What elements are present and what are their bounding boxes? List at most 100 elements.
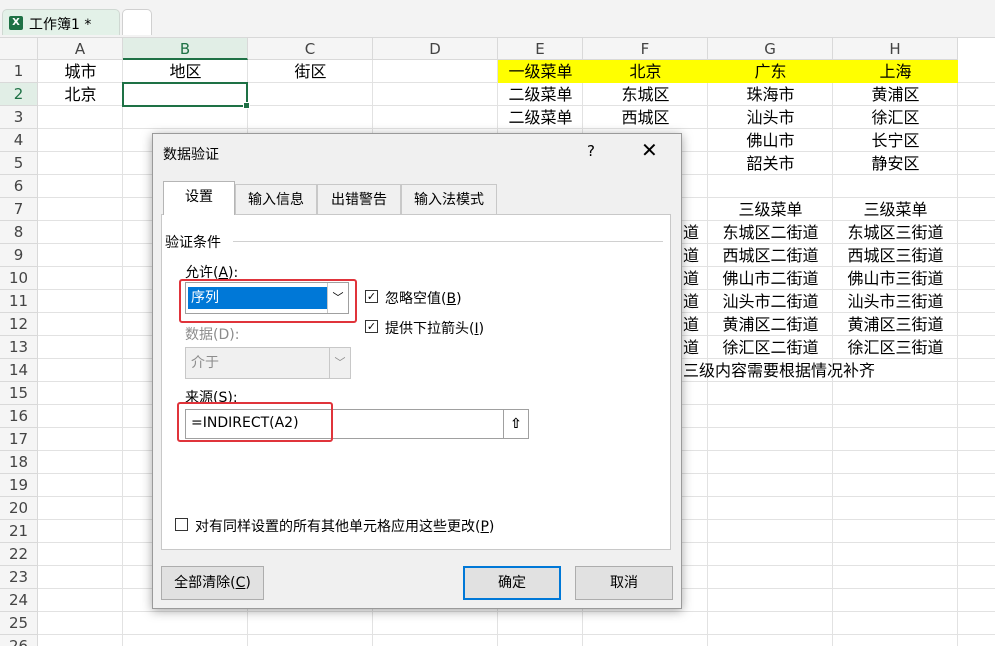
row-header-2[interactable]: 2 bbox=[0, 83, 38, 106]
row-header-20[interactable]: 20 bbox=[0, 497, 38, 520]
cell-f11[interactable]: 道 bbox=[679, 290, 709, 313]
row-header-24[interactable]: 24 bbox=[0, 589, 38, 612]
workbook-tab[interactable]: X 工作簿1 * bbox=[2, 9, 120, 35]
row-header-18[interactable]: 18 bbox=[0, 451, 38, 474]
cell-g4[interactable]: 佛山市 bbox=[708, 129, 833, 152]
close-icon[interactable]: ✕ bbox=[641, 138, 658, 162]
row-header-14[interactable]: 14 bbox=[0, 359, 38, 382]
cell-h2[interactable]: 黄浦区 bbox=[833, 83, 958, 106]
cell-h13[interactable]: 徐汇区三街道 bbox=[833, 336, 958, 359]
cell-e3[interactable]: 二级菜单 bbox=[498, 106, 583, 129]
cell-g5[interactable]: 韶关市 bbox=[708, 152, 833, 175]
cell-h10[interactable]: 佛山市三街道 bbox=[833, 267, 958, 290]
cell-g11[interactable]: 汕头市二街道 bbox=[708, 290, 833, 313]
cell-g3[interactable]: 汕头市 bbox=[708, 106, 833, 129]
cell-h1[interactable]: 上海 bbox=[833, 60, 958, 83]
column-header-e[interactable]: E bbox=[498, 38, 583, 60]
workbook-tab-label: 工作簿1 * bbox=[29, 17, 92, 33]
cell-f2[interactable]: 东城区 bbox=[583, 83, 708, 106]
cell-h9[interactable]: 西城区三街道 bbox=[833, 244, 958, 267]
fill-handle[interactable] bbox=[243, 102, 250, 109]
active-cell-b2[interactable] bbox=[122, 82, 250, 109]
column-header-f[interactable]: F bbox=[583, 38, 708, 60]
tab-error-alert[interactable]: 出错警告 bbox=[317, 184, 401, 215]
cell-f3[interactable]: 西城区 bbox=[583, 106, 708, 129]
ignore-blank-checkbox[interactable]: ✓ bbox=[365, 290, 378, 303]
row-header-1[interactable]: 1 bbox=[0, 60, 38, 83]
row-header-23[interactable]: 23 bbox=[0, 566, 38, 589]
column-header-a[interactable]: A bbox=[38, 38, 123, 60]
cell-g9[interactable]: 西城区二街道 bbox=[708, 244, 833, 267]
collapse-range-button[interactable]: ⇧ bbox=[503, 409, 529, 439]
apply-all-checkbox[interactable] bbox=[175, 518, 188, 531]
workbook-tab-bar: X 工作簿1 * bbox=[0, 0, 995, 38]
cell-g1[interactable]: 广东 bbox=[708, 60, 833, 83]
select-all-corner[interactable] bbox=[0, 38, 38, 60]
new-tab-button[interactable] bbox=[122, 9, 152, 35]
cell-b1[interactable]: 地区 bbox=[123, 60, 248, 83]
cell-h11[interactable]: 汕头市三街道 bbox=[833, 290, 958, 313]
apply-all-label: 对有同样设置的所有其他单元格应用这些更改(P) bbox=[195, 519, 495, 535]
cell-f9[interactable]: 道 bbox=[679, 244, 709, 267]
cell-h8[interactable]: 东城区三街道 bbox=[833, 221, 958, 244]
row-header-12[interactable]: 12 bbox=[0, 313, 38, 336]
row-header-21[interactable]: 21 bbox=[0, 520, 38, 543]
column-header-d[interactable]: D bbox=[373, 38, 498, 60]
cell-g10[interactable]: 佛山市二街道 bbox=[708, 267, 833, 290]
cell-g12[interactable]: 黄浦区二街道 bbox=[708, 313, 833, 336]
row-header-7[interactable]: 7 bbox=[0, 198, 38, 221]
data-validation-dialog: 数据验证 ? ✕ 设置 输入信息 出错警告 输入法模式 验证条件 允许(A): … bbox=[152, 133, 682, 609]
data-select-value: 介于 bbox=[191, 355, 219, 371]
group-divider bbox=[233, 241, 663, 242]
cell-e2[interactable]: 二级菜单 bbox=[498, 83, 583, 106]
row-header-16[interactable]: 16 bbox=[0, 405, 38, 428]
dropdown-arrow-checkbox[interactable]: ✓ bbox=[365, 320, 378, 333]
row-header-3[interactable]: 3 bbox=[0, 106, 38, 129]
cell-g7[interactable]: 三级菜单 bbox=[708, 198, 833, 221]
row-header-13[interactable]: 13 bbox=[0, 336, 38, 359]
cell-h4[interactable]: 长宁区 bbox=[833, 129, 958, 152]
row-header-25[interactable]: 25 bbox=[0, 612, 38, 635]
cell-f14[interactable]: 三级内容需要根据情况补齐 bbox=[679, 359, 995, 382]
row-header-26[interactable]: 26 bbox=[0, 635, 38, 646]
row-header-22[interactable]: 22 bbox=[0, 543, 38, 566]
cell-h12[interactable]: 黄浦区三街道 bbox=[833, 313, 958, 336]
ok-button[interactable]: 确定 bbox=[463, 566, 561, 600]
row-header-10[interactable]: 10 bbox=[0, 267, 38, 290]
row-header-4[interactable]: 4 bbox=[0, 129, 38, 152]
excel-file-icon: X bbox=[9, 16, 23, 30]
cell-g8[interactable]: 东城区二街道 bbox=[708, 221, 833, 244]
cell-a1[interactable]: 城市 bbox=[38, 60, 123, 83]
tab-settings[interactable]: 设置 bbox=[163, 181, 235, 215]
row-header-11[interactable]: 11 bbox=[0, 290, 38, 313]
row-header-17[interactable]: 17 bbox=[0, 428, 38, 451]
cell-g13[interactable]: 徐汇区二街道 bbox=[708, 336, 833, 359]
cell-f8[interactable]: 道 bbox=[679, 221, 709, 244]
clear-all-button[interactable]: 全部清除(C) bbox=[161, 566, 264, 600]
tab-input-message[interactable]: 输入信息 bbox=[235, 184, 317, 215]
column-header-c[interactable]: C bbox=[248, 38, 373, 60]
cell-f10[interactable]: 道 bbox=[679, 267, 709, 290]
cell-f13[interactable]: 道 bbox=[679, 336, 709, 359]
row-header-19[interactable]: 19 bbox=[0, 474, 38, 497]
cell-h7[interactable]: 三级菜单 bbox=[833, 198, 958, 221]
cell-c1[interactable]: 街区 bbox=[248, 60, 373, 83]
cancel-button[interactable]: 取消 bbox=[575, 566, 673, 600]
cell-f12[interactable]: 道 bbox=[679, 313, 709, 336]
cell-g2[interactable]: 珠海市 bbox=[708, 83, 833, 106]
cell-h5[interactable]: 静安区 bbox=[833, 152, 958, 175]
cell-f1[interactable]: 北京 bbox=[583, 60, 708, 83]
cell-e1[interactable]: 一级菜单 bbox=[498, 60, 583, 83]
column-header-b[interactable]: B bbox=[123, 38, 248, 60]
row-header-9[interactable]: 9 bbox=[0, 244, 38, 267]
column-header-g[interactable]: G bbox=[708, 38, 833, 60]
cell-h3[interactable]: 徐汇区 bbox=[833, 106, 958, 129]
help-icon[interactable]: ? bbox=[587, 142, 595, 160]
row-header-8[interactable]: 8 bbox=[0, 221, 38, 244]
row-header-15[interactable]: 15 bbox=[0, 382, 38, 405]
cell-a2[interactable]: 北京 bbox=[38, 83, 123, 106]
row-header-5[interactable]: 5 bbox=[0, 152, 38, 175]
column-header-h[interactable]: H bbox=[833, 38, 958, 60]
row-header-6[interactable]: 6 bbox=[0, 175, 38, 198]
tab-ime-mode[interactable]: 输入法模式 bbox=[401, 184, 497, 215]
